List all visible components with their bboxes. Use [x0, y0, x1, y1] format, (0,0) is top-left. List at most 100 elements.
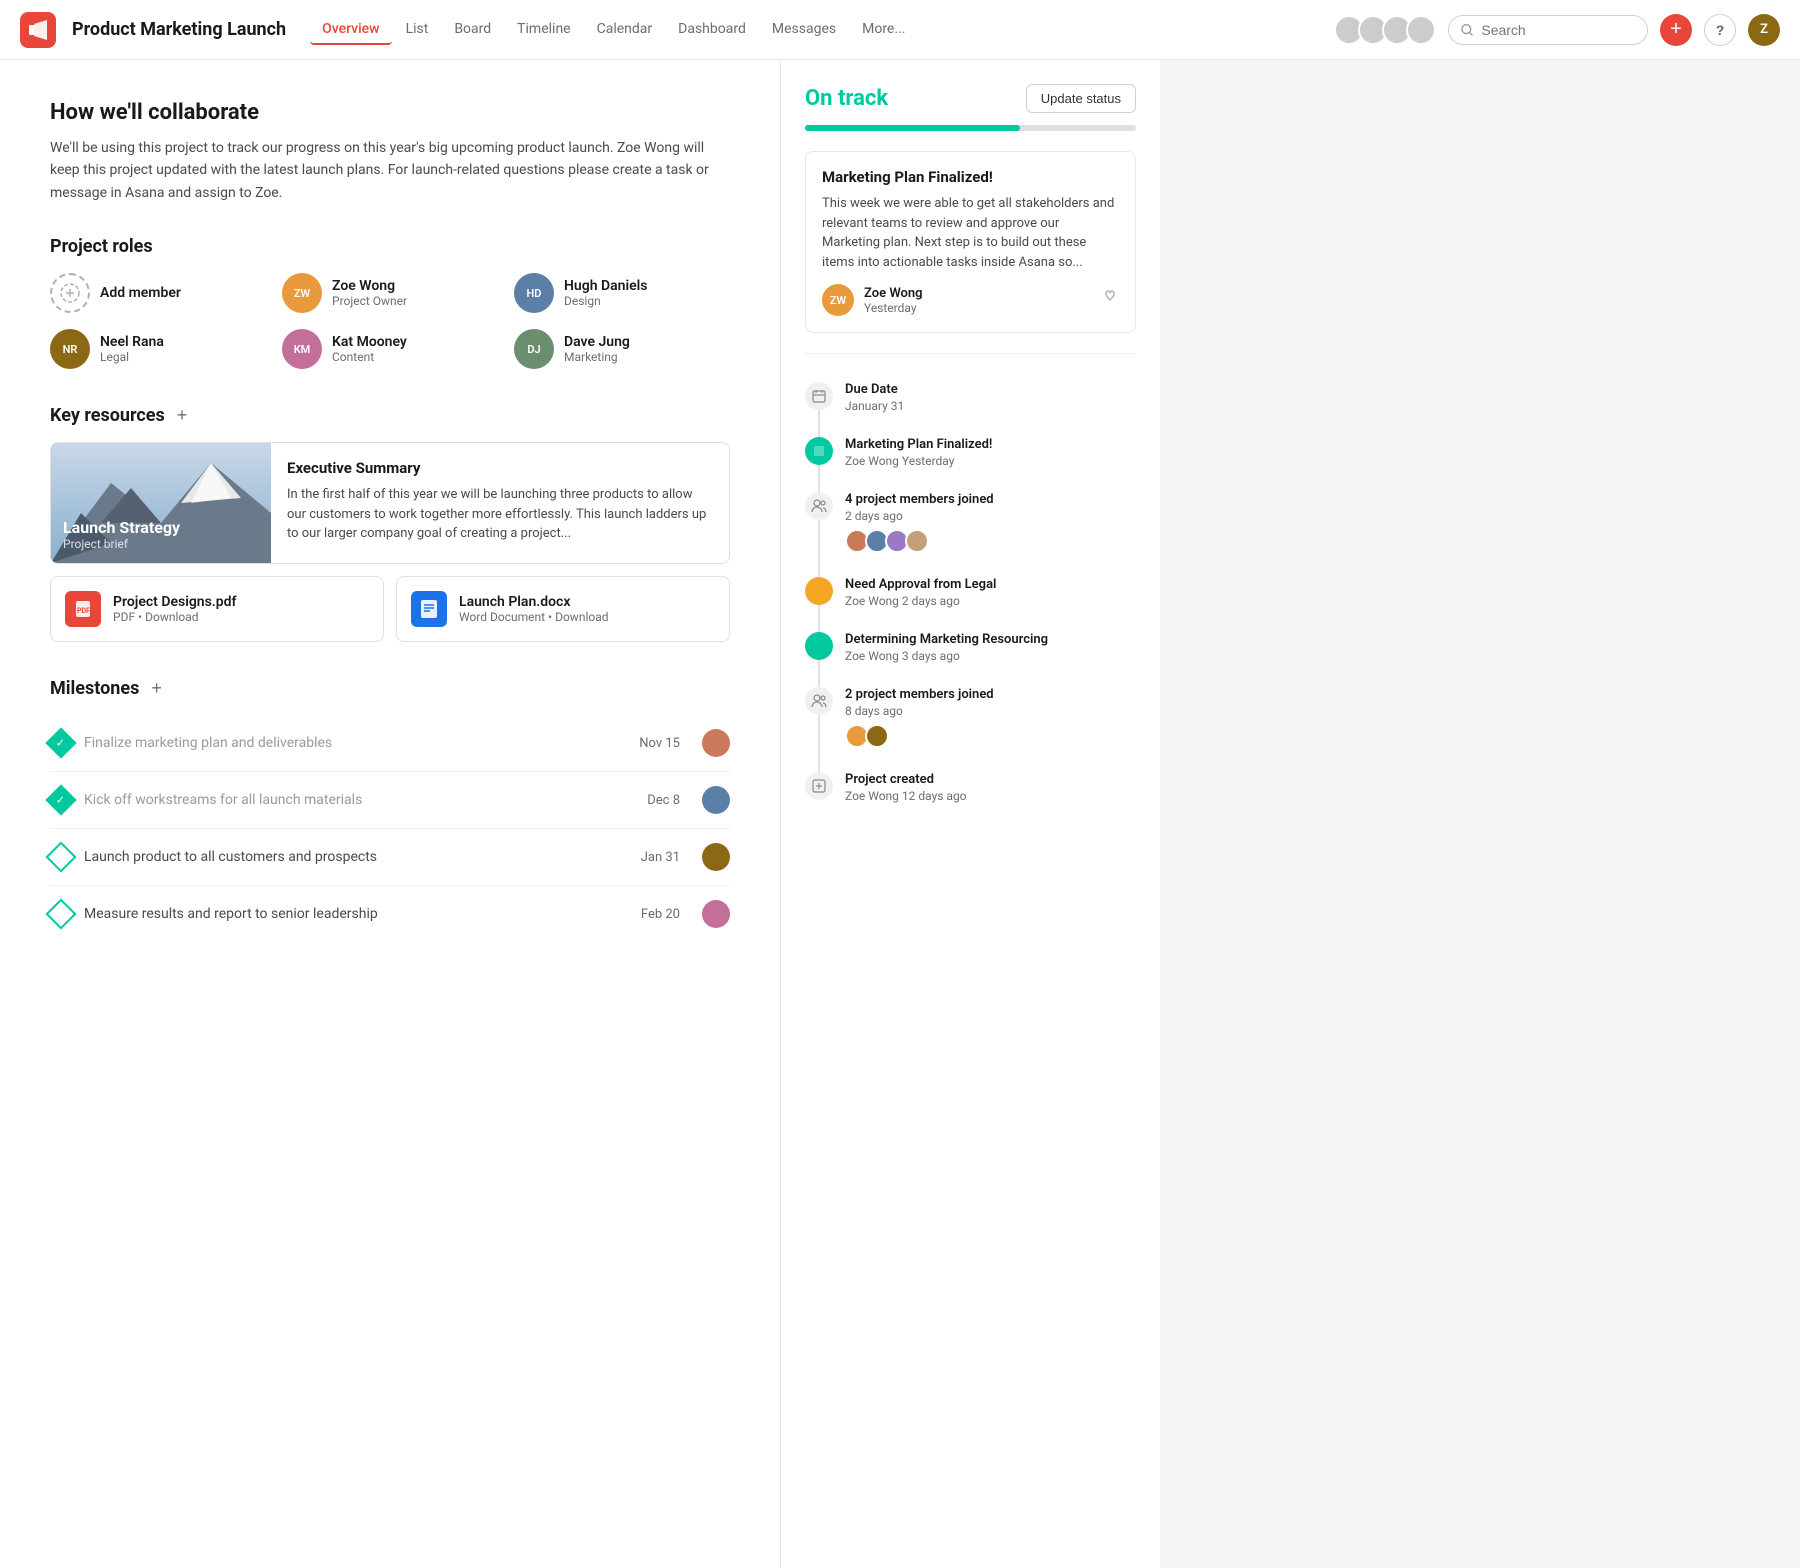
milestone-label-2: Kick off workstreams for all launch mate… [84, 792, 635, 808]
members-icon-2 [805, 687, 833, 715]
milestone-1[interactable]: ✓ Finalize marketing plan and deliverabl… [50, 715, 730, 772]
search-icon [1461, 23, 1473, 37]
activity-members-2: 2 project members joined 8 days ago [805, 675, 1136, 760]
search-bar[interactable] [1448, 15, 1648, 45]
role-avatar-kat: KM [282, 329, 322, 369]
tab-board[interactable]: Board [442, 15, 503, 45]
user-avatar[interactable]: Z [1748, 14, 1780, 46]
right-sidebar: On track Update status Marketing Plan Fi… [780, 60, 1160, 1568]
resources-title: Key resources + [50, 405, 730, 426]
main-layout: How we'll collaborate We'll be using thi… [0, 60, 1800, 1568]
tab-messages[interactable]: Messages [760, 15, 848, 45]
role-zoe[interactable]: ZW Zoe Wong Project Owner [282, 273, 498, 313]
resource-image: Launch Strategy Project brief [51, 443, 271, 563]
due-date-value: January 31 [845, 399, 1136, 413]
status-author-avatar: ZW [822, 284, 854, 316]
role-add-member[interactable]: Add member [50, 273, 266, 313]
activity-sub-1: Zoe Wong Yesterday [845, 454, 1136, 468]
file-pdf[interactable]: PDF Project Designs.pdf PDF • Download [50, 576, 384, 642]
resource-desc: In the first half of this year we will b… [287, 485, 713, 544]
roles-title: Project roles [50, 236, 730, 257]
resources-section: Key resources + [50, 405, 730, 642]
role-kat[interactable]: KM Kat Mooney Content [282, 329, 498, 369]
activity-sub-members-4: 2 days ago [845, 509, 1136, 523]
help-button[interactable]: ? [1704, 14, 1736, 46]
collaborate-desc: We'll be using this project to track our… [50, 137, 730, 204]
activity-title-created: Project created [845, 772, 1136, 787]
milestone-3[interactable]: Launch product to all customers and pros… [50, 829, 730, 886]
resource-image-text: Launch Strategy Project brief [63, 518, 180, 551]
role-title-neel: Legal [100, 350, 164, 364]
milestone-2[interactable]: ✓ Kick off workstreams for all launch ma… [50, 772, 730, 829]
role-avatar-neel: NR [50, 329, 90, 369]
project-title: Product Marketing Launch [72, 19, 286, 40]
milestone-empty-4 [45, 899, 76, 930]
activity-members-4: 4 project members joined 2 days ago [805, 480, 1136, 565]
add-milestone-button[interactable]: + [147, 678, 166, 699]
tab-overview[interactable]: Overview [310, 15, 391, 45]
milestone-label-4: Measure results and report to senior lea… [84, 906, 629, 922]
app-icon [20, 12, 56, 48]
role-avatar-dave: DJ [514, 329, 554, 369]
resource-card-main[interactable]: Launch Strategy Project brief Executive … [50, 442, 730, 564]
status-author-name: Zoe Wong [864, 286, 923, 301]
pdf-meta: PDF • Download [113, 610, 237, 624]
milestone-avatar-1 [702, 729, 730, 757]
status-author-time: Yesterday [864, 301, 923, 315]
tab-more[interactable]: More... [850, 15, 917, 45]
search-input[interactable] [1481, 22, 1635, 38]
roles-grid: Add member ZW Zoe Wong Project Owner HD … [50, 273, 730, 369]
tab-timeline[interactable]: Timeline [505, 15, 582, 45]
resource-image-title: Launch Strategy [63, 518, 180, 537]
tab-list[interactable]: List [394, 15, 441, 45]
member-avatars-2 [845, 724, 1136, 748]
milestone-4[interactable]: Measure results and report to senior lea… [50, 886, 730, 942]
tab-calendar[interactable]: Calendar [585, 15, 665, 45]
status-label: On track [805, 86, 888, 111]
role-name-dave: Dave Jung [564, 334, 630, 350]
doc-filename: Launch Plan.docx [459, 594, 609, 610]
member-avatars-4 [845, 529, 1136, 553]
role-title-hugh: Design [564, 294, 647, 308]
file-doc[interactable]: Launch Plan.docx Word Document • Downloa… [396, 576, 730, 642]
resource-title: Executive Summary [287, 459, 713, 477]
tab-dashboard[interactable]: Dashboard [666, 15, 758, 45]
like-button[interactable] [1101, 289, 1119, 312]
divider [805, 353, 1136, 354]
role-name-hugh: Hugh Daniels [564, 278, 647, 294]
activity-title-resourcing: Determining Marketing Resourcing [845, 632, 1136, 647]
pdf-icon: PDF [65, 591, 101, 627]
role-hugh[interactable]: HD Hugh Daniels Design [514, 273, 730, 313]
activity-title-legal: Need Approval from Legal [845, 577, 1136, 592]
resource-files: PDF Project Designs.pdf PDF • Download [50, 576, 730, 642]
milestone-avatar-2 [702, 786, 730, 814]
milestone-date-3: Jan 31 [641, 850, 680, 865]
activity-sub-created: Zoe Wong 12 days ago [845, 789, 1136, 803]
milestone-date-1: Nov 15 [639, 736, 680, 751]
add-resource-button[interactable]: + [173, 405, 192, 426]
activity-sub-resourcing: Zoe Wong 3 days ago [845, 649, 1136, 663]
left-content: How we'll collaborate We'll be using thi… [0, 60, 780, 1568]
pdf-filename: Project Designs.pdf [113, 594, 237, 610]
role-neel[interactable]: NR Neel Rana Legal [50, 329, 266, 369]
activity-sub-members-2: 8 days ago [845, 704, 1136, 718]
activity-title-1: Marketing Plan Finalized! [845, 437, 1136, 452]
resourcing-icon [805, 632, 833, 660]
update-status-button[interactable]: Update status [1026, 84, 1136, 113]
activity-feed: Due Date January 31 Marketing Plan Final… [805, 370, 1136, 815]
activity-created: Project created Zoe Wong 12 days ago [805, 760, 1136, 815]
due-date-label: Due Date [845, 382, 1136, 397]
activity-due-date: Due Date January 31 [805, 370, 1136, 425]
role-name-zoe: Zoe Wong [332, 278, 407, 294]
role-avatar-zoe: ZW [282, 273, 322, 313]
avatar[interactable] [1406, 15, 1436, 45]
created-icon [805, 772, 833, 800]
role-dave[interactable]: DJ Dave Jung Marketing [514, 329, 730, 369]
member-avatar [865, 724, 889, 748]
add-button[interactable]: + [1660, 14, 1692, 46]
activity-legal: Need Approval from Legal Zoe Wong 2 days… [805, 565, 1136, 620]
progress-bar [805, 125, 1136, 131]
top-nav: Product Marketing Launch Overview List B… [0, 0, 1800, 60]
doc-icon [411, 591, 447, 627]
role-title-kat: Content [332, 350, 407, 364]
